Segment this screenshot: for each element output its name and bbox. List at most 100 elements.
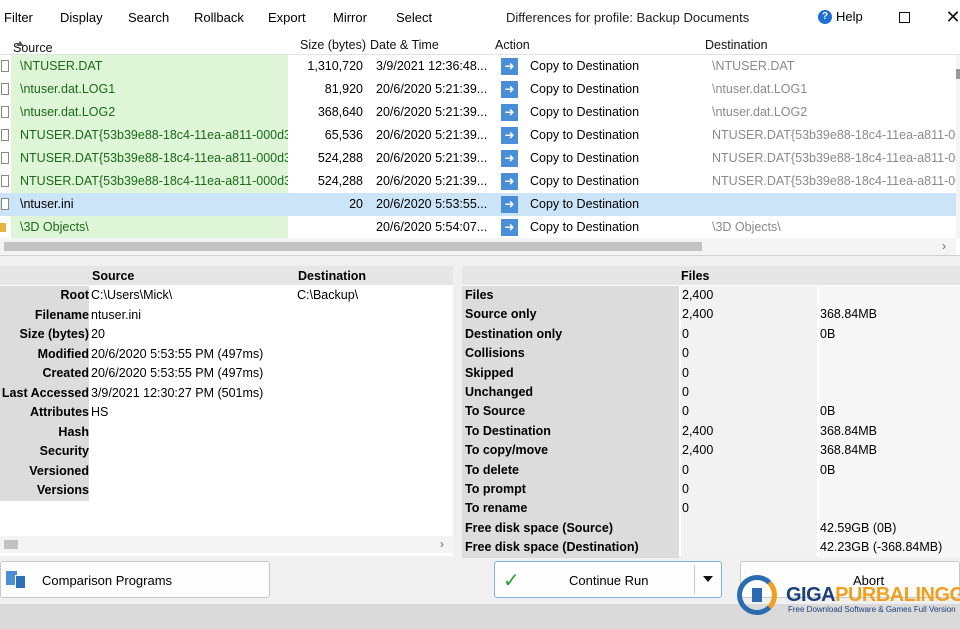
row-date: 20/6/2020 5:21:39... xyxy=(376,174,488,188)
file-list-rows: \NTUSER.DAT 1,310,720 3/9/2021 12:36:48...… xyxy=(0,55,956,238)
details-row-source: 20/6/2020 5:53:55 PM (497ms) xyxy=(91,366,264,380)
stats-row-label: To Source xyxy=(462,402,679,422)
stats-row-label: Unchanged xyxy=(462,383,679,403)
row-size: 65,536 xyxy=(324,128,363,142)
row-date: 20/6/2020 5:53:55... xyxy=(376,197,488,211)
details-row-source: HS xyxy=(91,405,109,419)
menu-select[interactable]: Select xyxy=(396,10,432,25)
details-hscroll[interactable]: › xyxy=(0,536,453,553)
row-destination: \ntuser.dat.LOG1 xyxy=(712,82,808,96)
row-size xyxy=(290,216,363,238)
vscroll-thumb[interactable] xyxy=(956,69,960,79)
stats-row-size xyxy=(819,499,960,519)
details-header: Source Destination xyxy=(0,266,453,285)
row-action[interactable]: ➜ Copy to Destination xyxy=(501,124,699,147)
menu-export[interactable]: Export xyxy=(268,10,306,25)
details-row-source: 3/9/2021 12:30:27 PM (501ms) xyxy=(91,385,264,400)
file-icon xyxy=(0,170,10,193)
table-row[interactable]: NTUSER.DAT{53b39e88-18c4-11ea-a811-000d3… xyxy=(0,170,956,193)
menu-rollback[interactable]: Rollback xyxy=(194,10,244,25)
row-source: NTUSER.DAT{53b39e88-18c4-11ea-a811-000d3 xyxy=(11,124,288,147)
arrow-right-icon: ➜ xyxy=(501,104,518,121)
menu-display[interactable]: Display xyxy=(60,10,103,25)
row-action-label: Copy to Destination xyxy=(530,105,640,119)
stats-row: Source only 2,400 368.84MB xyxy=(462,305,960,325)
file-list-hscroll[interactable]: › xyxy=(0,238,956,255)
row-action[interactable]: ➜ Copy to Destination xyxy=(501,170,699,193)
stats-row-files: 0 xyxy=(681,499,817,519)
row-source: \3D Objects\ xyxy=(11,216,288,238)
stats-row-size: 368.84MB xyxy=(819,421,960,442)
row-source: \ntuser.dat.LOG2 xyxy=(11,101,288,124)
details-row: Created 20/6/2020 5:53:55 PM (497ms) xyxy=(0,364,453,384)
details-row-source: C:\Users\Mick\ xyxy=(91,288,173,302)
row-destination: NTUSER.DAT{53b39e88-18c4-11ea-a811-000 xyxy=(712,151,956,165)
details-row: Last Accessed 3/9/2021 12:30:27 PM (501ms… xyxy=(0,383,453,403)
hscroll-thumb[interactable] xyxy=(4,242,702,251)
stats-row-files: 0 xyxy=(681,460,817,481)
table-row[interactable]: \ntuser.dat.LOG1 81,920 20/6/2020 5:21:39.… xyxy=(0,78,956,101)
chevron-down-icon[interactable] xyxy=(703,576,713,582)
details-row-source: 20/6/2020 5:53:55 PM (497ms) xyxy=(91,346,264,361)
row-action[interactable]: ➜ Copy to Destination xyxy=(501,101,699,124)
file-list-vscroll[interactable] xyxy=(956,55,960,238)
maximize-button[interactable] xyxy=(892,6,916,28)
details-scroll-right-icon[interactable]: › xyxy=(440,537,444,551)
row-action-label: Copy to Destination xyxy=(530,220,640,234)
column-size[interactable]: Size (bytes) xyxy=(300,38,366,52)
menu-filter[interactable]: Filter xyxy=(4,10,33,25)
row-action-label: Copy to Destination xyxy=(530,59,640,73)
column-date[interactable]: Date & Time xyxy=(370,38,439,52)
arrow-right-icon: ➜ xyxy=(501,127,518,144)
comparison-programs-button[interactable]: Comparison Programs xyxy=(0,561,270,598)
stats-row-files: 2,400 xyxy=(681,305,817,325)
table-row[interactable]: \ntuser.dat.LOG2 368,640 20/6/2020 5:21:39… xyxy=(0,101,956,124)
menu-search[interactable]: Search xyxy=(128,10,169,25)
row-action[interactable]: ➜ Copy to Destination xyxy=(501,78,699,101)
stats-row-size: 0B xyxy=(819,324,960,345)
stats-row: Free disk space (Destination) 42.23GB (-3… xyxy=(462,538,960,558)
row-size: 81,920 xyxy=(324,82,363,96)
stats-row-label: Source only xyxy=(462,305,679,325)
table-row[interactable]: NTUSER.DAT{53b39e88-18c4-11ea-a811-000d3… xyxy=(0,124,956,147)
row-action-label: Copy to Destination xyxy=(530,174,640,188)
column-action[interactable]: Action xyxy=(495,38,530,52)
file-list-header: Source Size (bytes) Date & Time Action D… xyxy=(0,35,960,55)
stats-row-files: 0 xyxy=(681,324,817,345)
table-row[interactable]: \3D Objects\ 20/6/2020 5:54:07... ➜ Copy to… xyxy=(0,216,956,238)
table-row[interactable]: \NTUSER.DAT 1,310,720 3/9/2021 12:36:48...… xyxy=(0,55,956,78)
scroll-right-icon[interactable]: › xyxy=(942,239,946,253)
stats-row-label: To rename xyxy=(462,499,679,519)
table-row[interactable]: \ntuser.ini 20 20/6/2020 5:53:55... ➜ Copy t… xyxy=(0,193,956,216)
row-action[interactable]: ➜ Copy to Destination xyxy=(501,216,699,238)
help-button[interactable]: ? Help xyxy=(818,9,863,24)
details-row-label: Versioned xyxy=(0,461,89,481)
stats-row: Files 2,400 xyxy=(462,286,960,306)
row-date: 20/6/2020 5:21:39... xyxy=(376,82,488,96)
details-col-destination: Destination xyxy=(298,269,367,283)
maximize-icon xyxy=(898,11,910,23)
row-date: 20/6/2020 5:21:39... xyxy=(376,105,488,119)
stats-row-size: 368.84MB xyxy=(819,305,960,325)
row-source: NTUSER.DAT{53b39e88-18c4-11ea-a811-000d3 xyxy=(11,170,288,193)
split-divider xyxy=(694,565,695,594)
stats-col-files: Files xyxy=(681,269,710,283)
row-action[interactable]: ➜ Copy to Destination xyxy=(501,193,699,216)
row-size: 20 xyxy=(349,197,363,211)
details-hscroll-thumb[interactable] xyxy=(4,540,18,549)
row-action[interactable]: ➜ Copy to Destination xyxy=(501,55,699,78)
stats-row-label: Destination only xyxy=(462,324,679,345)
row-action[interactable]: ➜ Copy to Destination xyxy=(501,147,699,170)
row-action-label: Copy to Destination xyxy=(530,151,640,165)
column-destination[interactable]: Destination xyxy=(705,38,768,52)
help-label: Help xyxy=(836,9,863,24)
close-icon: ✕ xyxy=(945,6,960,27)
close-button[interactable]: ✕ xyxy=(941,6,960,28)
menu-mirror[interactable]: Mirror xyxy=(333,10,367,25)
stats-row-files: 0 xyxy=(681,363,817,384)
table-row[interactable]: NTUSER.DAT{53b39e88-18c4-11ea-a811-000d3… xyxy=(0,147,956,170)
details-row-label: Attributes xyxy=(0,403,89,423)
continue-run-button[interactable]: ✓ Continue Run xyxy=(494,561,722,598)
details-col-source: Source xyxy=(92,269,135,283)
sort-ascending-icon xyxy=(16,41,24,46)
